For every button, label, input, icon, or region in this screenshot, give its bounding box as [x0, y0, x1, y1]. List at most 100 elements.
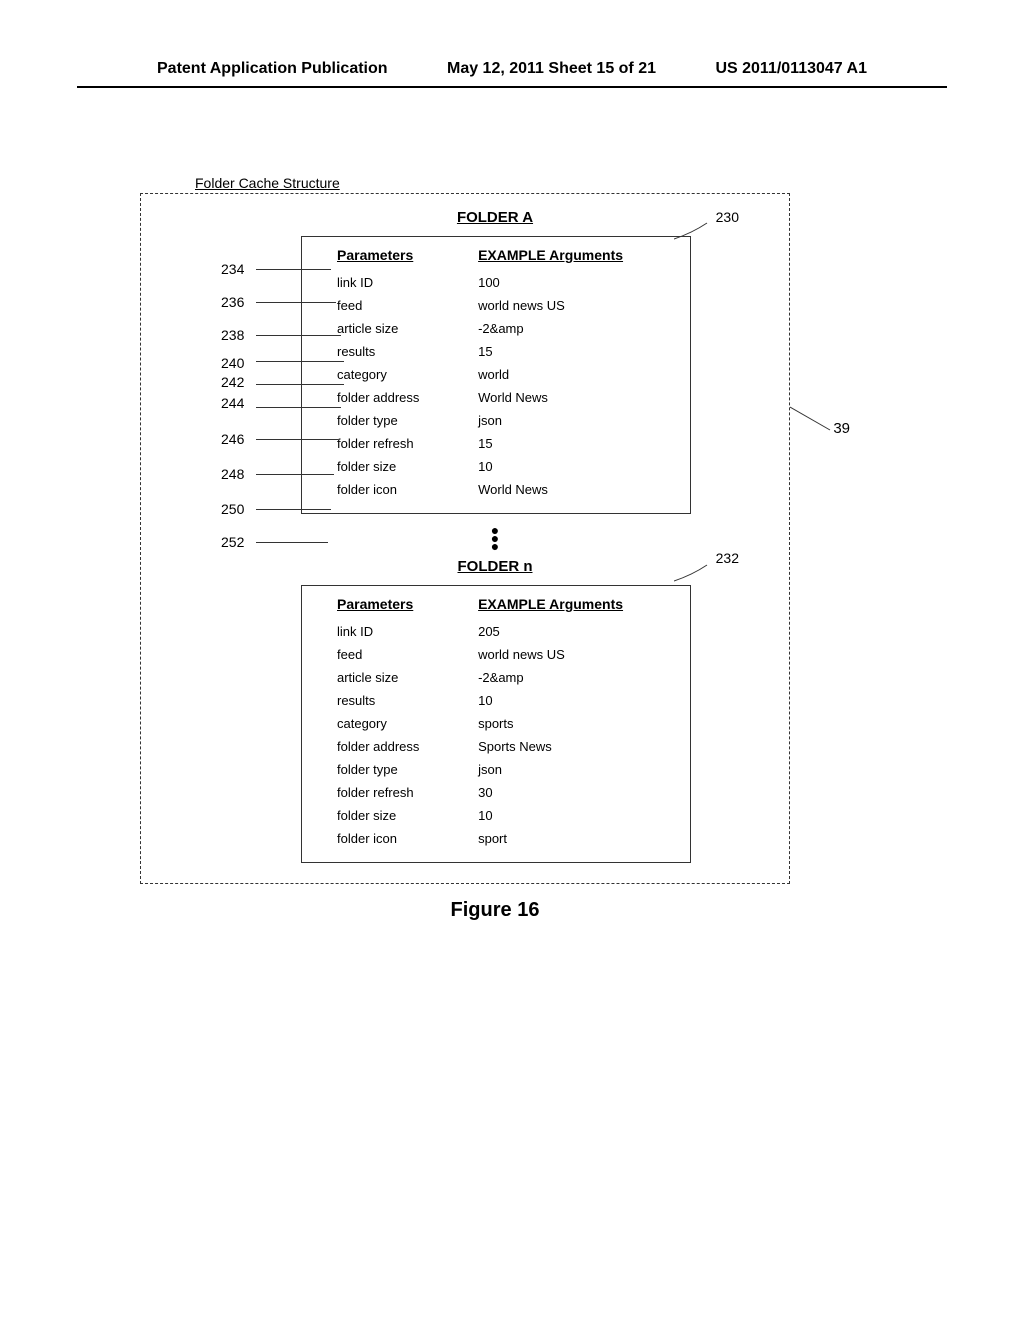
structure-title: Folder Cache Structure: [195, 175, 790, 191]
param-cell: feed: [317, 643, 478, 666]
table-row: folder typejson: [317, 758, 675, 781]
arg-cell: -2&amp: [478, 666, 675, 689]
table-row: feedworld news US: [317, 294, 675, 317]
folder-n-title-text: FOLDER n: [458, 558, 533, 575]
table-row: folder refresh15: [317, 432, 675, 455]
table-row: categoryworld: [317, 363, 675, 386]
param-cell: folder icon: [317, 478, 478, 501]
folder-n-box: Parameters EXAMPLE Arguments link ID205 …: [301, 585, 691, 863]
arg-cell: 10: [478, 804, 675, 827]
param-cell: folder size: [317, 804, 478, 827]
table-row: folder size10: [317, 804, 675, 827]
header-right: US 2011/0113047 A1: [715, 60, 867, 78]
lead-line: [256, 509, 331, 510]
param-cell: link ID: [317, 271, 478, 294]
table-row: link ID100: [317, 271, 675, 294]
figure-caption: Figure 16: [200, 899, 790, 922]
lead-curve: [674, 221, 709, 241]
arg-cell: sport: [478, 827, 675, 850]
table-row: folder addressWorld News: [317, 386, 675, 409]
col-header-params: Parameters: [317, 596, 478, 620]
arg-cell: 10: [478, 689, 675, 712]
header-center: May 12, 2011 Sheet 15 of 21: [447, 60, 656, 78]
table-row: folder typejson: [317, 409, 675, 432]
lead-line: [256, 439, 338, 440]
page-header: Patent Application Publication May 12, 2…: [77, 60, 947, 88]
ref-240: 240: [221, 355, 244, 371]
ref-234: 234: [221, 261, 244, 277]
ellipsis-icon: ●●●: [211, 526, 779, 550]
param-cell: category: [317, 363, 478, 386]
ref-238: 238: [221, 327, 244, 343]
ref-232: 232: [716, 550, 739, 566]
arg-cell: 205: [478, 620, 675, 643]
param-cell: folder icon: [317, 827, 478, 850]
table-row: article size-2&amp: [317, 317, 675, 340]
arg-cell: World News: [478, 478, 675, 501]
table-row: feedworld news US: [317, 643, 675, 666]
arg-cell: World News: [478, 386, 675, 409]
param-cell: article size: [317, 317, 478, 340]
lead-line: [256, 407, 341, 408]
param-cell: folder refresh: [317, 781, 478, 804]
folder-n-table: Parameters EXAMPLE Arguments link ID205 …: [317, 596, 675, 850]
param-cell: article size: [317, 666, 478, 689]
param-cell: folder address: [317, 386, 478, 409]
lead-line: [256, 384, 344, 385]
arg-cell: world: [478, 363, 675, 386]
param-cell: results: [317, 340, 478, 363]
table-row: results15: [317, 340, 675, 363]
ref-248: 248: [221, 466, 244, 482]
lead-line: [256, 542, 328, 543]
table-row: folder iconsport: [317, 827, 675, 850]
ref-236: 236: [221, 294, 244, 310]
folder-a-wrap: FOLDER A Parameters EXAMPLE Arguments li…: [151, 209, 779, 514]
header-left: Patent Application Publication: [157, 60, 388, 78]
lead-line: [256, 335, 341, 336]
table-row: results10: [317, 689, 675, 712]
arg-cell: json: [478, 409, 675, 432]
table-row: folder iconWorld News: [317, 478, 675, 501]
ref-230: 230: [716, 209, 739, 225]
lead-line: [256, 302, 336, 303]
table-row: link ID205: [317, 620, 675, 643]
lead-line-outer: [790, 405, 835, 435]
arg-cell: Sports News: [478, 735, 675, 758]
arg-cell: world news US: [478, 294, 675, 317]
arg-cell: -2&amp: [478, 317, 675, 340]
table-row: categorysports: [317, 712, 675, 735]
param-cell: feed: [317, 294, 478, 317]
figure-area: Folder Cache Structure FOLDER A Paramete…: [140, 175, 790, 922]
param-cell: link ID: [317, 620, 478, 643]
ref-244: 244: [221, 395, 244, 411]
param-cell: folder size: [317, 455, 478, 478]
ref-250: 250: [221, 501, 244, 517]
cache-structure-container: FOLDER A Parameters EXAMPLE Arguments li…: [140, 193, 790, 884]
arg-cell: 100: [478, 271, 675, 294]
table-row: article size-2&amp: [317, 666, 675, 689]
lead-line: [256, 361, 344, 362]
lead-line: [256, 474, 334, 475]
arg-cell: 15: [478, 340, 675, 363]
param-cell: category: [317, 712, 478, 735]
arg-cell: 15: [478, 432, 675, 455]
folder-a-table: Parameters EXAMPLE Arguments link ID100 …: [317, 247, 675, 501]
table-row: folder addressSports News: [317, 735, 675, 758]
col-header-args: EXAMPLE Arguments: [478, 596, 675, 620]
lead-curve: [674, 563, 709, 583]
ref-252: 252: [221, 534, 244, 550]
col-header-args: EXAMPLE Arguments: [478, 247, 675, 271]
arg-cell: json: [478, 758, 675, 781]
arg-cell: 10: [478, 455, 675, 478]
ref-242: 242: [221, 374, 244, 390]
arg-cell: sports: [478, 712, 675, 735]
lead-line: [256, 269, 331, 270]
folder-a-box: Parameters EXAMPLE Arguments link ID100 …: [301, 236, 691, 514]
col-header-params: Parameters: [317, 247, 478, 271]
arg-cell: 30: [478, 781, 675, 804]
ref-39: 39: [833, 420, 850, 437]
folder-n-wrap: FOLDER n 232 Parameters EXAMPLE Argument…: [151, 558, 779, 863]
param-cell: results: [317, 689, 478, 712]
param-cell: folder type: [317, 758, 478, 781]
arg-cell: world news US: [478, 643, 675, 666]
